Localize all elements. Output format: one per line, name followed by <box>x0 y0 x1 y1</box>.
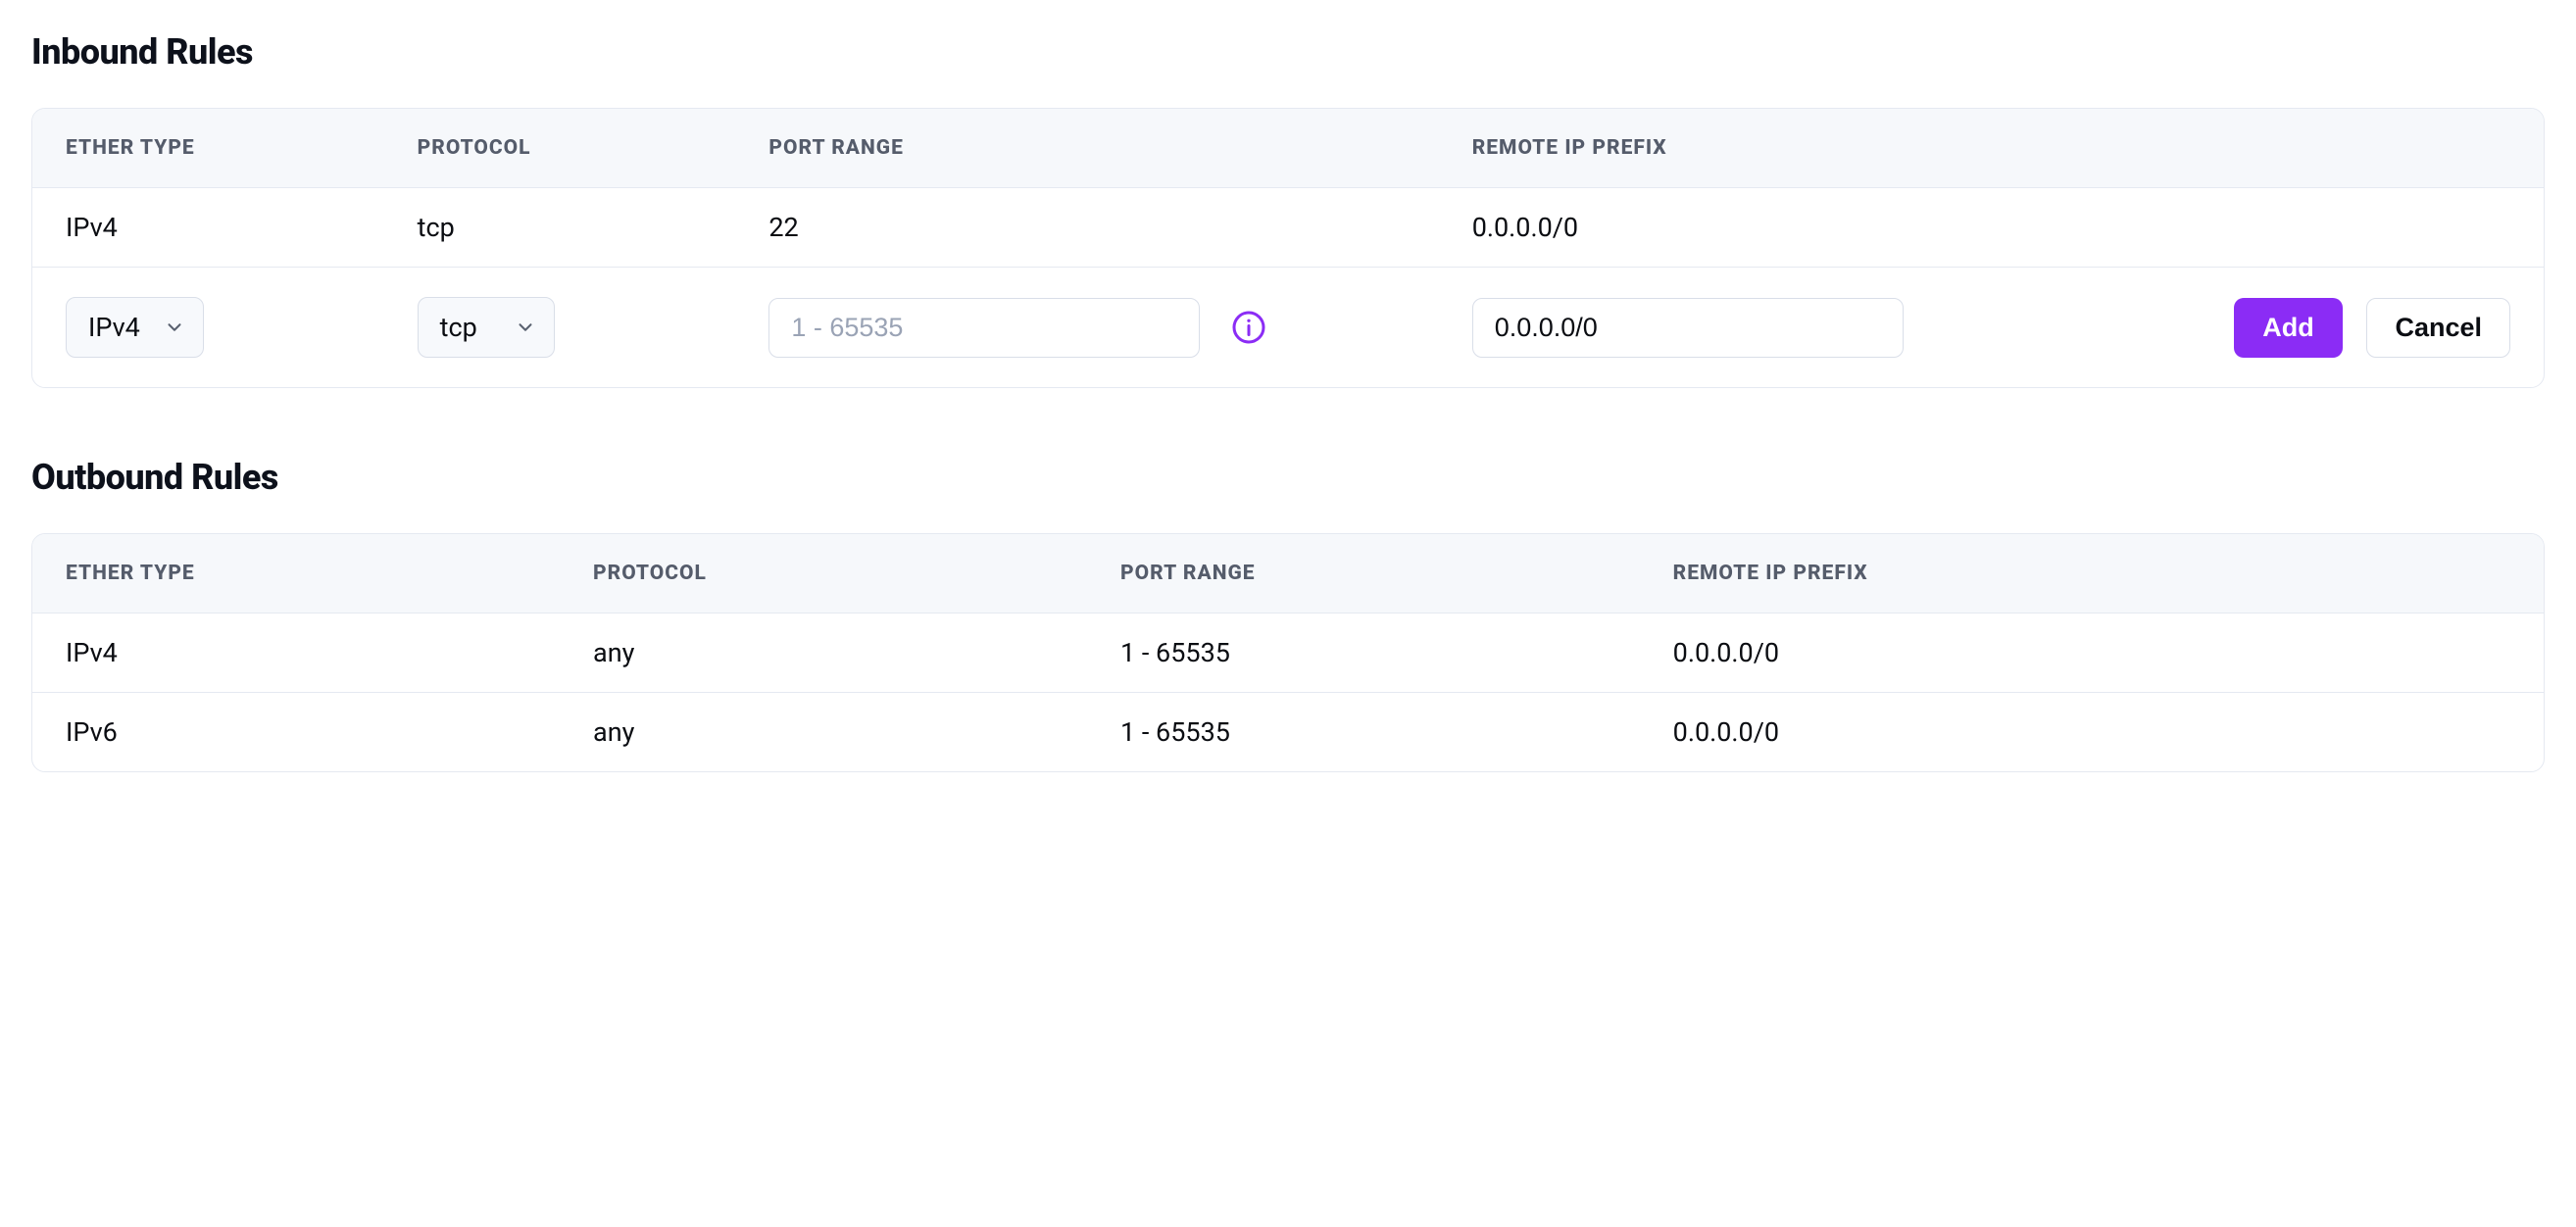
col-protocol: PROTOCOL <box>560 534 1087 614</box>
cell-remote-ip: 0.0.0.0/0 <box>1640 614 2544 693</box>
cell-ether-type: IPv4 <box>32 614 560 693</box>
outbound-title: Outbound Rules <box>31 457 2545 498</box>
cell-port-range: 1 - 65535 <box>1087 693 1640 772</box>
info-icon[interactable] <box>1231 310 1266 345</box>
cell-remote-ip: 0.0.0.0/0 <box>1640 693 2544 772</box>
ether-type-select[interactable]: IPv4 <box>66 297 204 358</box>
col-port-range: PORT RANGE <box>1087 534 1640 614</box>
cell-protocol: any <box>560 614 1087 693</box>
add-button[interactable]: Add <box>2234 298 2342 358</box>
col-ether-type: ETHER TYPE <box>32 109 384 188</box>
inbound-panel: ETHER TYPE PROTOCOL PORT RANGE REMOTE IP… <box>31 108 2545 388</box>
port-range-input[interactable] <box>768 298 1200 358</box>
chevron-down-icon <box>515 317 536 338</box>
protocol-value: tcp <box>440 312 477 343</box>
ether-type-value: IPv4 <box>88 312 140 343</box>
cell-port-range: 22 <box>735 188 1438 268</box>
inbound-title: Inbound Rules <box>31 31 2545 73</box>
inbound-table: ETHER TYPE PROTOCOL PORT RANGE REMOTE IP… <box>32 109 2544 387</box>
cell-ether-type: IPv6 <box>32 693 560 772</box>
table-row: IPv4 any 1 - 65535 0.0.0.0/0 <box>32 614 2544 693</box>
col-ether-type: ETHER TYPE <box>32 534 560 614</box>
col-actions <box>2042 109 2544 188</box>
cancel-button[interactable]: Cancel <box>2366 298 2510 358</box>
col-port-range: PORT RANGE <box>735 109 1438 188</box>
table-row: IPv6 any 1 - 65535 0.0.0.0/0 <box>32 693 2544 772</box>
chevron-down-icon <box>164 317 185 338</box>
cell-protocol: tcp <box>384 188 736 268</box>
cell-ether-type: IPv4 <box>32 188 384 268</box>
cell-port-range: 1 - 65535 <box>1087 614 1640 693</box>
cell-protocol: any <box>560 693 1087 772</box>
cell-remote-ip: 0.0.0.0/0 <box>1439 188 2042 268</box>
col-protocol: PROTOCOL <box>384 109 736 188</box>
inbound-add-row: IPv4 tcp <box>32 268 2544 388</box>
outbound-table: ETHER TYPE PROTOCOL PORT RANGE REMOTE IP… <box>32 534 2544 771</box>
remote-ip-input[interactable] <box>1472 298 1904 358</box>
table-row: IPv4 tcp 22 0.0.0.0/0 <box>32 188 2544 268</box>
protocol-select[interactable]: tcp <box>418 297 555 358</box>
col-remote-ip: REMOTE IP PREFIX <box>1439 109 2042 188</box>
col-remote-ip: REMOTE IP PREFIX <box>1640 534 2544 614</box>
outbound-panel: ETHER TYPE PROTOCOL PORT RANGE REMOTE IP… <box>31 533 2545 772</box>
